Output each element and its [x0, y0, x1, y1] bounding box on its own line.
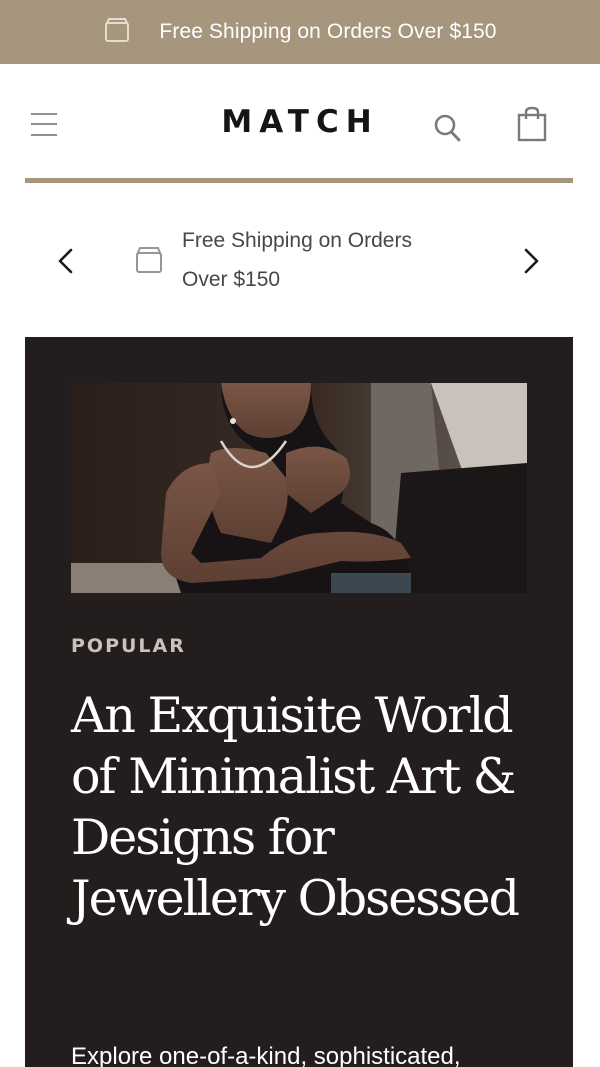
- promo-line-1: Free Shipping on Orders: [182, 229, 412, 252]
- hero-eyebrow: POPULAR: [71, 635, 186, 657]
- chevron-left-icon[interactable]: [54, 245, 78, 277]
- promo-slider: Free Shipping on Orders Over $150: [0, 215, 600, 315]
- hero-image: [71, 383, 527, 593]
- box-icon: [134, 245, 164, 280]
- hero-title: An Exquisite World of Minimalist Art & D…: [71, 687, 520, 927]
- promo-text: Free Shipping on Orders Over $150: [182, 221, 462, 299]
- hero-section: POPULAR An Exquisite World of Minimalist…: [25, 337, 573, 1067]
- header-divider: [25, 178, 573, 183]
- shopping-bag-icon[interactable]: [516, 106, 548, 142]
- hero-body: Explore one-of-a-kind, sophisticated,: [71, 1043, 461, 1067]
- announcement-text: Free Shipping on Orders Over $150: [159, 20, 497, 43]
- site-header: MATCH: [0, 64, 600, 184]
- search-icon[interactable]: [433, 112, 463, 144]
- box-icon: [103, 16, 131, 49]
- chevron-right-icon[interactable]: [519, 245, 543, 277]
- announcement-bar: Free Shipping on Orders Over $150: [0, 0, 600, 64]
- promo-line-2: Over $150: [182, 268, 281, 291]
- site-logo[interactable]: MATCH: [0, 104, 600, 140]
